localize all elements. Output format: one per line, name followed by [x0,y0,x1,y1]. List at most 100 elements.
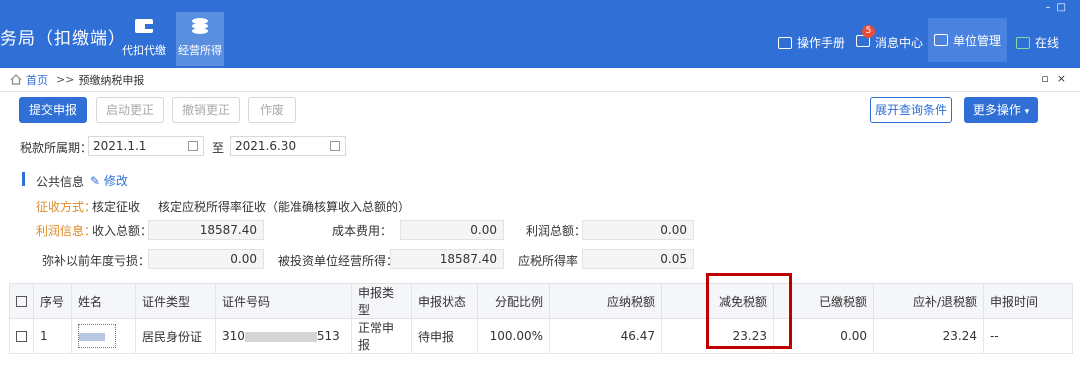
row-tax-refund: 23.24 [873,318,984,354]
col-decl-type: 申报类型 [351,283,412,319]
col-id-number: 证件号码 [215,283,352,319]
edit-link[interactable]: ✎ 修改 [90,172,128,189]
minimize-button[interactable]: – [1046,2,1057,13]
col-name: 姓名 [71,283,136,319]
table-header-row: 序号 姓名 证件类型 证件号码 申报类型 申报状态 分配比例 应纳税额 减免税额… [9,283,1073,319]
name-field[interactable] [78,324,116,348]
period-start-input[interactable]: 2021.1.1 [88,136,204,156]
book-icon [778,36,792,49]
breadcrumb-home-link[interactable]: 首页 [26,72,48,88]
chat-icon [1016,36,1030,49]
redacted-id [244,331,317,342]
profit-total-label: 利润总额： [526,224,587,238]
declaration-table: 序号 姓名 证件类型 证件号码 申报类型 申报状态 分配比例 应纳税额 减免税额… [9,283,1073,354]
module-withholding-label: 代扣代缴 [122,44,166,57]
row-id-type: 居民身份证 [135,318,216,354]
nav-manual-label: 操作手册 [797,36,846,50]
invested-income-label: 被投资单位经营所得： [278,254,399,268]
window-controls[interactable]: –□ [1046,2,1072,13]
period-label: 税款所属期： [20,141,93,155]
collect-method-detail: 核定应税所得率征收（能准确核算收入总额的） [158,200,411,214]
period-end-value: 2021.6.30 [235,139,297,153]
period-end-input[interactable]: 2021.6.30 [230,136,346,156]
col-decl-status: 申报状态 [411,283,478,319]
coins-icon [192,18,208,34]
row-id-number: 310 513 [215,318,352,354]
cost-field: 0.00 [400,220,504,240]
restore-icon[interactable]: ▫ [1041,72,1056,85]
home-icon [10,74,22,85]
nav-unit-management[interactable]: 单位管理 [928,18,1008,62]
prior-loss-field: 0.00 [148,249,264,269]
submit-declaration-button[interactable]: 提交申报 [19,97,87,123]
col-ratio: 分配比例 [477,283,550,319]
row-decl-type: 正常申报 [351,318,412,354]
col-tax-due: 应纳税额 [549,283,662,319]
section-marker [22,172,25,186]
chevron-down-icon: ▾ [1024,107,1030,117]
profit-total-field: 0.00 [582,220,694,240]
calendar-icon[interactable] [188,141,198,151]
app-title: 务局（扣缴端） [0,29,126,49]
row-ratio: 100.00% [477,318,550,354]
col-tax-relief: 减免税额 [661,283,774,319]
breadcrumb-current: 预缴纳税申报 [78,73,145,87]
nav-messages[interactable]: 5 消息中心 [856,25,924,51]
void-button[interactable]: 作废 [248,97,296,123]
message-count-badge: 5 [862,25,875,38]
nav-messages-label: 消息中心 [875,36,924,50]
nav-online-label: 在线 [1035,36,1060,50]
edit-link-label: 修改 [103,174,128,188]
collect-method-value: 核定征收 [92,200,141,214]
profit-info-label: 利润信息： [36,224,97,238]
table-row[interactable]: 1 居民身份证 310 513 正常申报 待申报 100.00% 46.47 23… [9,318,1073,354]
id-suffix: 513 [316,329,340,343]
public-info-title: 公共信息 [36,175,85,189]
taxable-rate-label: 应税所得率 [518,254,579,268]
select-all-header[interactable] [9,283,34,319]
select-all-checkbox[interactable] [16,296,27,307]
row-seq: 1 [33,318,72,354]
cancel-correction-button[interactable]: 撤销更正 [172,97,240,123]
breadcrumb-separator: >> [56,73,75,86]
more-actions-button[interactable]: 更多操作 ▾ [964,97,1038,123]
collect-method-label: 征收方式： [36,200,97,214]
wallet-icon [135,19,153,33]
invested-income-field: 18587.40 [390,249,504,269]
row-decl-time: -- [983,318,1073,354]
module-withholding[interactable]: 代扣代缴 [120,12,168,66]
pencil-icon: ✎ [90,174,101,188]
building-icon [934,34,948,46]
row-decl-status: 待申报 [411,318,478,354]
row-name-cell[interactable] [71,318,136,354]
col-decl-time: 申报时间 [983,283,1073,319]
more-actions-label: 更多操作 [972,103,1021,117]
period-to-label: 至 [212,141,225,155]
cost-label: 成本费用： [332,224,393,238]
prior-loss-label: 弥补以前年度亏损： [42,254,151,268]
redacted-name [79,333,105,341]
income-label: 收入总额： [92,224,153,238]
enable-correction-button[interactable]: 启动更正 [96,97,164,123]
panel-controls: ▫× [1041,72,1074,85]
nav-unit-management-label: 单位管理 [953,33,1002,48]
maximize-button[interactable]: □ [1057,2,1072,13]
col-seq: 序号 [33,283,72,319]
period-start-value: 2021.1.1 [93,139,147,153]
id-prefix: 310 [222,329,245,343]
row-tax-paid: 0.00 [773,318,874,354]
module-business-income[interactable]: 经营所得 [176,12,224,66]
nav-online[interactable]: 在线 [1016,34,1059,51]
module-business-income-label: 经营所得 [178,44,222,57]
breadcrumb: 首页 >> 预缴纳税申报 ▫× [0,68,1080,92]
col-tax-refund: 应补/退税额 [873,283,984,319]
nav-manual[interactable]: 操作手册 [778,34,845,51]
row-select-cell[interactable] [9,318,34,354]
row-checkbox[interactable] [16,331,27,342]
app-header: 务局（扣缴端） 代扣代缴 经营所得 –□ 操作手册 5 消息中心 单位管理 在线 [0,0,1080,68]
expand-query-button[interactable]: 展开查询条件 [870,97,952,123]
calendar-icon[interactable] [330,141,340,151]
row-tax-due: 46.47 [549,318,662,354]
close-icon[interactable]: × [1057,72,1074,85]
col-tax-paid: 已缴税额 [773,283,874,319]
